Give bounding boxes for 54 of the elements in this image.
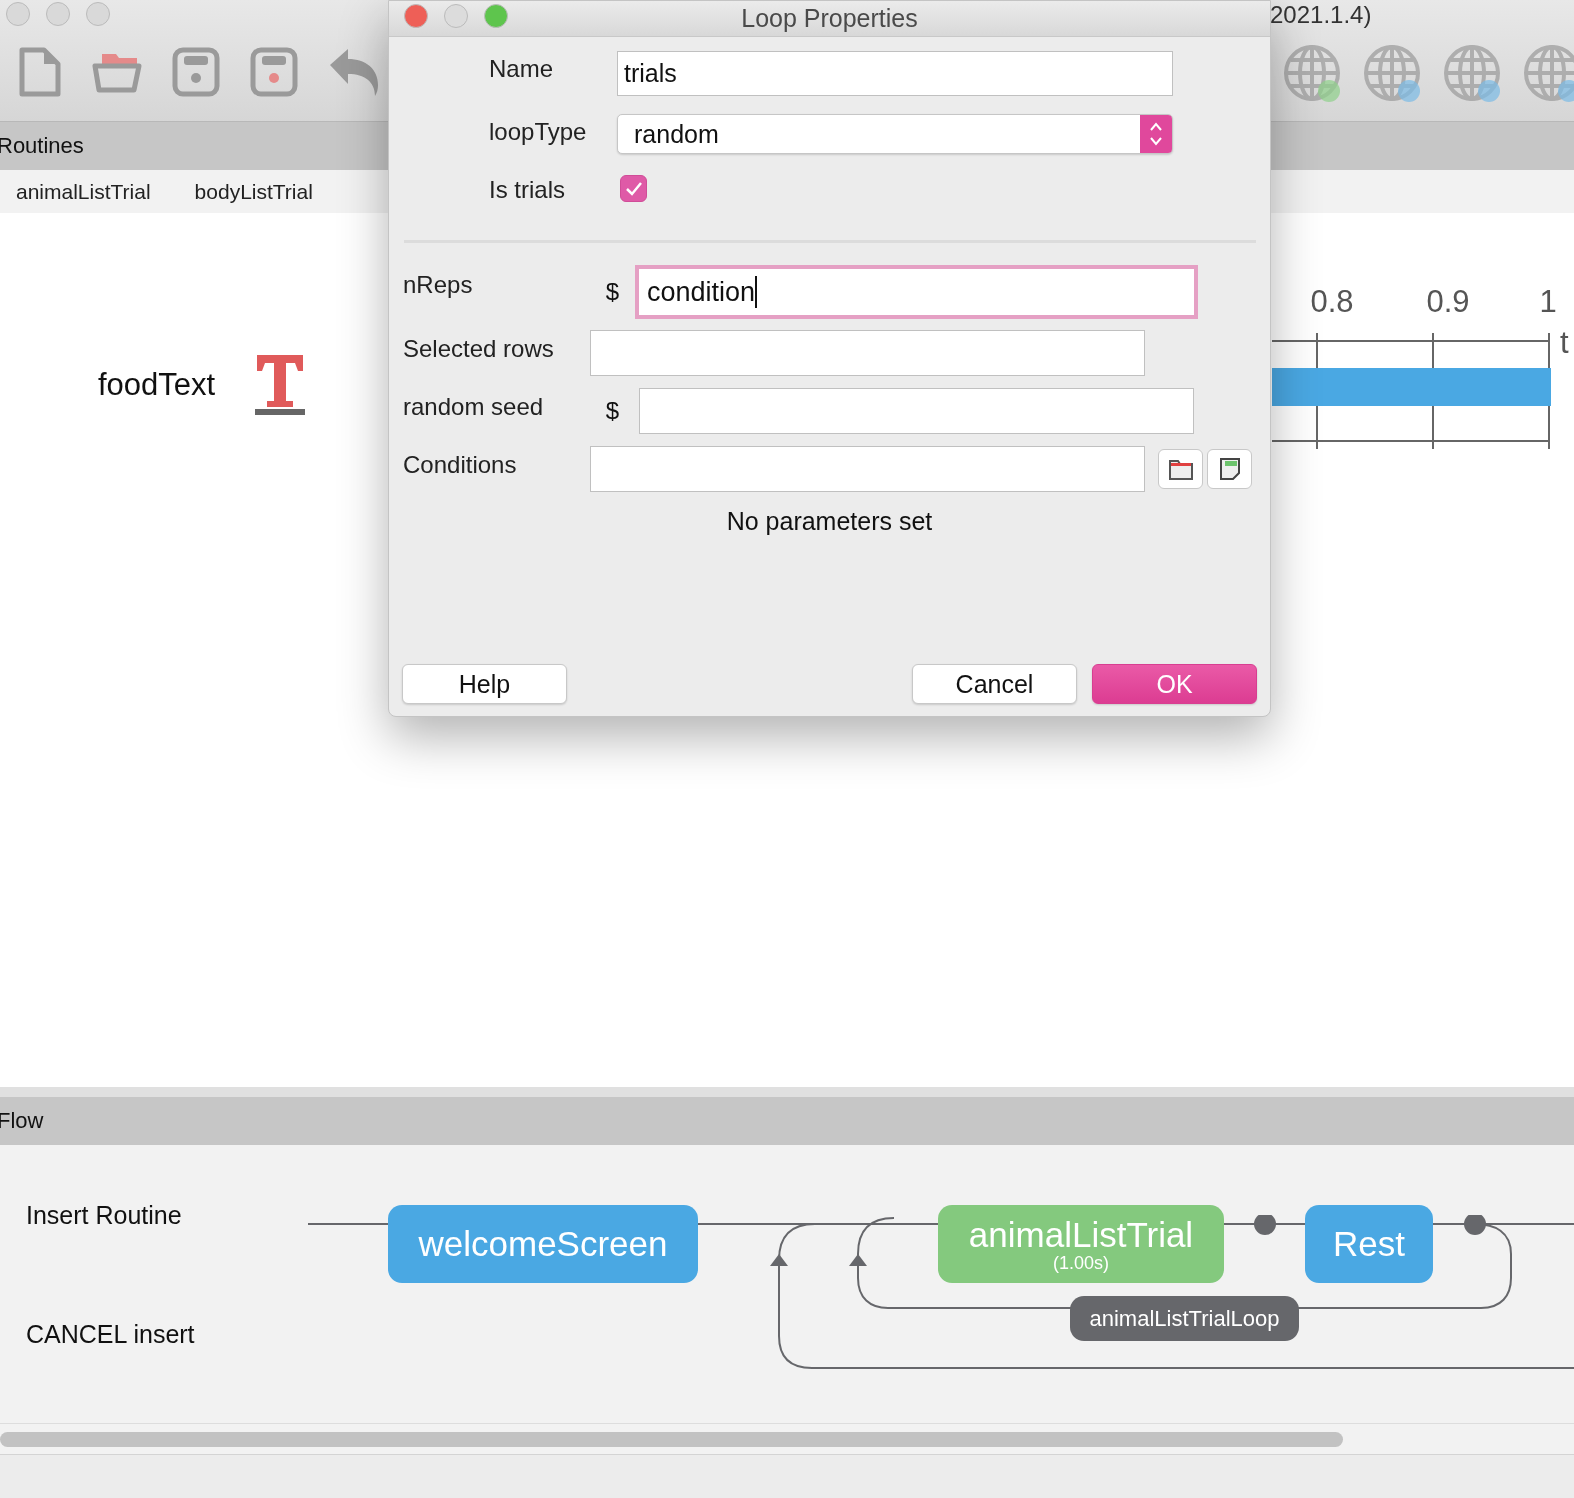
splitter-bar[interactable]: [0, 1087, 1574, 1097]
new-file-icon[interactable]: [18, 46, 62, 98]
input-field[interactable]: [639, 388, 1194, 434]
field-label: loopType: [489, 117, 588, 146]
routine-tab[interactable]: animalListTrial: [16, 179, 151, 204]
scrollbar-thumb[interactable]: [0, 1431, 1343, 1447]
sheet-icon: [1218, 457, 1241, 481]
loop-point[interactable]: [1464, 1215, 1486, 1235]
checkbox[interactable]: [620, 175, 647, 202]
window-control[interactable]: [86, 2, 110, 26]
stepper-icon: [1149, 121, 1163, 147]
save-as-icon[interactable]: [250, 47, 298, 97]
minimize-button[interactable]: [444, 4, 468, 28]
field-label: Conditions: [403, 450, 518, 479]
window-control[interactable]: [6, 2, 30, 26]
close-button[interactable]: [404, 4, 428, 28]
component-name: foodText: [98, 366, 216, 403]
undo-icon[interactable]: [328, 47, 380, 97]
flow-action-link[interactable]: Insert Routine: [26, 1201, 195, 1230]
dialog-button[interactable]: Cancel: [912, 664, 1077, 704]
globe-icon[interactable]: [1523, 44, 1574, 104]
folder-icon: [1167, 458, 1194, 480]
field-label: random seed: [403, 392, 545, 421]
field-label: Name: [489, 54, 555, 83]
field-label: nReps: [403, 270, 474, 299]
field-label: Is trials: [489, 175, 566, 204]
window-title: 2021.1.4): [1270, 1, 1372, 29]
edit-conditions-button[interactable]: [1207, 449, 1252, 489]
loop-point[interactable]: [1254, 1215, 1276, 1235]
flow-action-link[interactable]: CANCEL insert: [26, 1320, 195, 1349]
checkmark-icon: [624, 180, 643, 197]
input-field[interactable]: trials: [617, 51, 1173, 96]
dollar-sign: $: [604, 397, 621, 425]
select-field[interactable]: random: [617, 114, 1173, 154]
status-message: No parameters set: [726, 507, 933, 536]
open-folder-button[interactable]: [1158, 449, 1203, 489]
globe-icon[interactable]: [1283, 44, 1343, 104]
text-component-icon[interactable]: [255, 353, 306, 416]
input-field[interactable]: [590, 446, 1145, 492]
dialog-button[interactable]: OK: [1092, 664, 1257, 704]
field-label: Selected rows: [403, 334, 555, 363]
routine-tab[interactable]: bodyListTrial: [194, 179, 313, 204]
timeline-drawing: 0.8 0.9 1 t: [1272, 281, 1574, 451]
zoom-button[interactable]: [484, 4, 508, 28]
input-field[interactable]: condition: [635, 265, 1198, 319]
globe-icon[interactable]: [1443, 44, 1503, 104]
window-control[interactable]: [46, 2, 70, 26]
globe-icon[interactable]: [1363, 44, 1423, 104]
dialog-button[interactable]: Help: [402, 664, 567, 704]
loop-label[interactable]: animalListTrialLoop: [1070, 1296, 1299, 1341]
dollar-sign: $: [604, 278, 621, 306]
dialog-title: Loop Properties: [741, 4, 918, 33]
save-icon[interactable]: [172, 47, 220, 97]
input-field[interactable]: [590, 330, 1145, 376]
